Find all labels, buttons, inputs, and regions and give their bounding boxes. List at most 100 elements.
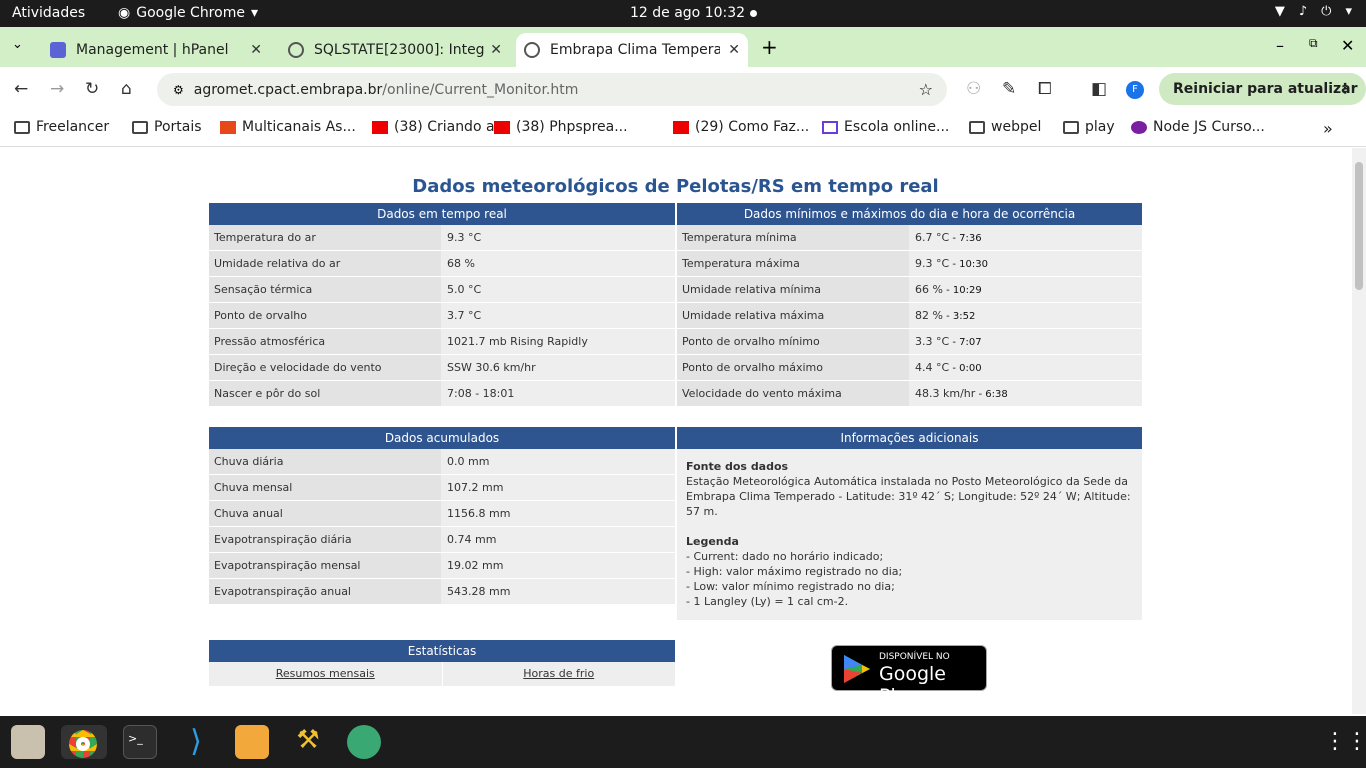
bookmark-link[interactable]: (38) Criando a... — [372, 119, 508, 135]
row-label: Sensação térmica — [209, 277, 441, 302]
bookmark-folder[interactable]: Freelancer — [14, 119, 109, 135]
close-icon[interactable]: ✕ — [250, 42, 262, 58]
accum-panel: Dados acumulados Chuva diária 0.0 mm Chuva… — [209, 427, 675, 605]
reload-button[interactable]: ↻ — [85, 79, 99, 99]
table-row: Umidade relativa mínima 66 % - 10:29 — [677, 277, 1142, 303]
bookmark-link[interactable]: Multicanais As... — [220, 119, 356, 135]
home-button[interactable]: ⌂ — [121, 79, 132, 99]
restart-update-button[interactable]: Reiniciar para atualizar ⋮ — [1159, 73, 1366, 105]
row-value: 82 % - 3:52 — [909, 303, 1142, 328]
terminal-app-icon[interactable]: >_ — [123, 725, 157, 759]
bookmark-folder[interactable]: Portais — [132, 119, 202, 135]
files-app-icon[interactable] — [11, 725, 45, 759]
profile-avatar[interactable]: F — [1126, 81, 1144, 99]
occurrence-time: - 10:30 — [949, 259, 988, 270]
dock: >_ ⟩ ⚒ ⋮⋮ — [0, 716, 1366, 768]
activities-button[interactable]: Atividades — [12, 5, 85, 21]
bookmark-folder[interactable]: webpel — [969, 119, 1041, 135]
cold-hours-link[interactable]: Horas de frio — [443, 662, 676, 686]
table-row: Temperatura do ar 9.3 °C — [209, 225, 675, 251]
site-info-icon[interactable]: ⚙ — [173, 83, 184, 97]
system-tray[interactable]: ▼ ♪ ⏻ ▾ — [1275, 4, 1352, 19]
chrome-icon: ◉ — [118, 5, 131, 21]
row-label: Umidade relativa mínima — [677, 277, 909, 302]
row-label: Temperatura mínima — [677, 225, 909, 250]
table-row: Evapotranspiração anual 543.28 mm — [209, 579, 675, 605]
source-text: Estação Meteorológica Automática instala… — [686, 475, 1131, 518]
occurrence-time: - 10:29 — [942, 285, 982, 296]
tab-hpanel[interactable]: Management | hPanel ✕ — [40, 33, 270, 67]
row-label: Chuva anual — [209, 501, 441, 526]
bookmark-link[interactable]: (29) Como Faz... — [673, 119, 809, 135]
bookmark-link[interactable]: (38) Phpsprea... — [494, 119, 628, 135]
tab-embrapa[interactable]: Embrapa Clima Temperado ✕ — [516, 33, 748, 67]
address-bar[interactable]: ⚙ agromet.cpact.embrapa.br/online/Curren… — [157, 73, 947, 106]
forward-button[interactable]: → — [50, 79, 64, 99]
bookmark-label: Node JS Curso... — [1153, 119, 1265, 135]
row-label: Velocidade do vento máxima — [677, 381, 909, 406]
app-grid-icon[interactable]: ⋮⋮ — [1324, 725, 1366, 759]
restore-button[interactable]: ⧉ — [1309, 36, 1318, 51]
vscode-app-icon[interactable]: ⟩ — [179, 725, 213, 759]
table-row: Chuva mensal 107.2 mm — [209, 475, 675, 501]
row-label: Evapotranspiração diária — [209, 527, 441, 552]
row-label: Umidade relativa do ar — [209, 251, 441, 276]
page-title: Dados meteorológicos de Pelotas/RS em te… — [412, 176, 939, 197]
table-row: Sensação térmica 5.0 °C — [209, 277, 675, 303]
bookmark-folder[interactable]: play — [1063, 119, 1115, 135]
row-value: 1156.8 mm — [441, 501, 675, 526]
calculator-app-icon[interactable] — [235, 725, 269, 759]
row-label: Umidade relativa máxima — [677, 303, 909, 328]
legend-item: - Low: valor mínimo registrado no dia; — [686, 580, 895, 593]
menu-kebab-icon[interactable]: ⋮ — [1338, 81, 1352, 97]
value-text: 107.2 mm — [447, 481, 504, 494]
row-label: Ponto de orvalho mínimo — [677, 329, 909, 354]
app-menu[interactable]: ◉ Google Chrome ▾ — [118, 5, 258, 21]
close-window-button[interactable]: ✕ — [1341, 36, 1354, 55]
value-text: 82 % — [915, 309, 943, 322]
bookmark-star-icon[interactable]: ☆ — [919, 80, 933, 99]
scrollbar-thumb[interactable] — [1355, 162, 1363, 290]
puzzle-icon[interactable]: ⧠ — [1038, 79, 1052, 99]
chrome-dock-icon[interactable] — [61, 725, 107, 759]
value-text: 1021.7 mb Rising Rapidly — [447, 335, 588, 348]
tab-search-icon[interactable]: ⌄ — [12, 37, 23, 52]
minimize-button[interactable]: – — [1276, 36, 1284, 55]
value-text: 66 % — [915, 283, 943, 296]
network-app-icon[interactable]: ⚒ — [291, 725, 325, 759]
new-tab-button[interactable]: + — [761, 35, 778, 59]
tab-title: SQLSTATE[23000]: Integ — [314, 42, 485, 58]
extension-icon[interactable]: ⚇ — [966, 79, 981, 99]
eyedropper-icon[interactable]: ✎ — [1002, 79, 1016, 99]
google-play-badge[interactable]: DISPONÍVEL NO Google Play — [831, 645, 987, 707]
row-value: 3.3 °C - 7:07 — [909, 329, 1142, 354]
folder-icon — [132, 120, 148, 134]
table-row: Temperatura máxima 9.3 °C - 10:30 — [677, 251, 1142, 277]
value-text: 3.7 °C — [447, 309, 482, 322]
value-text: 9.3 °C — [915, 257, 950, 270]
clock[interactable]: 12 de ago 10:32 — [630, 5, 745, 21]
value-text: 48.3 km/hr — [915, 387, 976, 400]
table-row: Nascer e pôr do sol 7:08 - 18:01 — [209, 381, 675, 407]
table-row: Ponto de orvalho mínimo 3.3 °C - 7:07 — [677, 329, 1142, 355]
panel-header: Estatísticas — [209, 640, 675, 662]
close-icon[interactable]: ✕ — [490, 42, 502, 58]
legend-title: Legenda — [686, 535, 739, 548]
more-bookmarks-icon[interactable]: » — [1323, 119, 1333, 138]
page-scrollbar[interactable] — [1352, 148, 1366, 714]
tab-title: Management | hPanel — [76, 42, 229, 58]
tab-sqlstate[interactable]: SQLSTATE[23000]: Integ ✕ — [278, 33, 510, 67]
bookmark-link[interactable]: Escola online... — [822, 119, 949, 135]
escola-icon — [822, 120, 838, 134]
table-row: Umidade relativa do ar 68 % — [209, 251, 675, 277]
node-icon — [1131, 120, 1147, 134]
bookmark-link[interactable]: Node JS Curso... — [1131, 119, 1265, 135]
close-icon[interactable]: ✕ — [728, 42, 740, 58]
back-button[interactable]: ← — [14, 79, 28, 99]
chevron-down-icon: ▾ — [250, 5, 258, 21]
row-value: 3.7 °C — [441, 303, 675, 328]
side-panel-icon[interactable]: ◧ — [1091, 79, 1107, 99]
atom-app-icon[interactable] — [347, 725, 381, 759]
monthly-summaries-link[interactable]: Resumos mensais — [209, 662, 443, 686]
row-value: 9.3 °C - 10:30 — [909, 251, 1142, 276]
